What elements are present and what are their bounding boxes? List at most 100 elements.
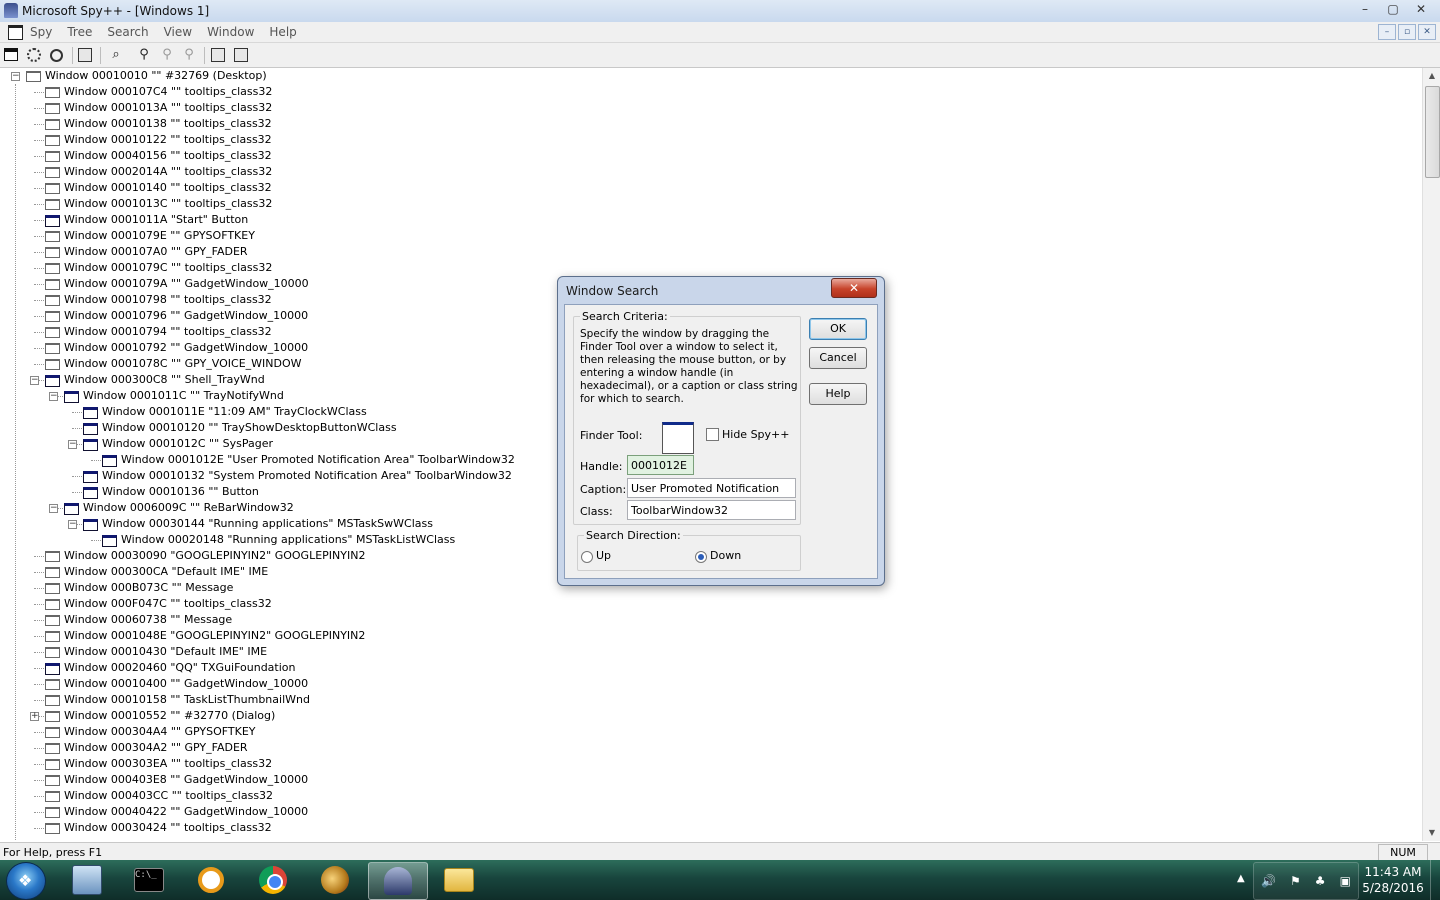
threads-icon[interactable] — [50, 49, 63, 62]
window-icon — [45, 135, 60, 146]
title-bar: Microsoft Spy++ - [Windows 1] – ▢ ✕ — [0, 0, 1440, 23]
magnifier-icon — [198, 867, 224, 893]
close-button[interactable]: ✕ — [1408, 0, 1434, 18]
tree-connector — [34, 204, 44, 205]
tree-row-label: Window 0001013A "" tooltips_class32 — [64, 101, 273, 114]
qq-icon[interactable]: ♣ — [1315, 874, 1326, 888]
window-icon — [45, 343, 60, 354]
tree-connector — [34, 236, 44, 237]
window-icon — [45, 87, 60, 98]
taskbar-computer[interactable] — [58, 862, 116, 898]
vertical-scrollbar[interactable]: ▲ ▼ — [1422, 68, 1440, 841]
class-input[interactable]: ToolbarWindow32 — [627, 500, 796, 520]
tree-row-label: Window 00010794 "" tooltips_class32 — [64, 325, 272, 338]
taskbar-cmd[interactable]: C:\_ — [120, 862, 178, 898]
direction-down-radio[interactable] — [695, 551, 707, 563]
show-desktop-button[interactable] — [1430, 860, 1440, 900]
volume-icon[interactable]: 🔊 — [1261, 874, 1276, 888]
mdi-window-icon[interactable] — [8, 25, 23, 40]
window-icon — [83, 519, 98, 531]
search-direction-legend: Search Direction: — [584, 529, 683, 542]
tree-connector — [34, 284, 44, 285]
dialog-close-button[interactable]: ✕ — [831, 278, 877, 298]
tree-connector — [34, 316, 44, 317]
clock[interactable]: 11:43 AM 5/28/2016 — [1358, 864, 1428, 896]
taskbar-magnifier[interactable] — [182, 862, 240, 898]
cancel-button[interactable]: Cancel — [809, 347, 867, 369]
taskbar-spy[interactable] — [368, 862, 428, 900]
expand-icon[interactable]: + — [30, 712, 39, 721]
finder-tool-icon[interactable] — [662, 422, 694, 454]
collapse-icon[interactable]: − — [11, 72, 20, 81]
tree-row-label: Window 0001011C "" TrayNotifyWnd — [83, 389, 284, 402]
network-icon[interactable]: ▣ — [1340, 874, 1351, 888]
tree-connector — [34, 828, 44, 829]
window-icon — [83, 407, 98, 419]
window-icon — [45, 567, 60, 578]
tree-connector — [72, 428, 82, 429]
menu-tree[interactable]: Tree — [67, 25, 92, 39]
collapse-icon[interactable]: − — [49, 392, 58, 401]
scroll-up-arrow-icon[interactable]: ▲ — [1423, 68, 1440, 84]
tree-row-label: Window 00010132 "System Promoted Notific… — [102, 469, 512, 482]
mdi-restore-button[interactable]: ▫ — [1398, 24, 1416, 40]
processes-icon[interactable] — [27, 48, 41, 62]
tree-connector — [91, 540, 101, 541]
refresh-icon[interactable] — [234, 48, 248, 62]
tree-connector — [34, 124, 44, 125]
tree-row-label: Window 00040156 "" tooltips_class32 — [64, 149, 272, 162]
minimize-button[interactable]: – — [1352, 0, 1378, 18]
scroll-down-arrow-icon[interactable]: ▼ — [1423, 825, 1440, 841]
menu-search[interactable]: Search — [107, 25, 148, 39]
tree-connector — [34, 300, 44, 301]
windows-icon[interactable] — [4, 48, 18, 61]
log-messages-icon[interactable] — [78, 48, 92, 62]
tree-row-label: Window 00010796 "" GadgetWindow_10000 — [64, 309, 309, 322]
find-next-icon[interactable]: ⚲ — [136, 47, 152, 63]
collapse-icon[interactable]: − — [49, 504, 58, 513]
collapse-icon[interactable]: − — [30, 376, 39, 385]
caption-label: Caption: — [580, 483, 627, 496]
find-window-icon[interactable]: ⌕ — [108, 47, 124, 63]
action-center-flag-icon[interactable]: ⚑ — [1290, 874, 1301, 888]
start-button[interactable]: ❖ — [6, 862, 46, 900]
mdi-minimize-button[interactable]: – — [1378, 24, 1396, 40]
window-icon — [102, 455, 117, 467]
taskbar-spartan[interactable] — [306, 862, 364, 898]
restore-button[interactable]: ▢ — [1380, 0, 1406, 18]
tree-row-label: Window 00020460 "QQ" TXGuiFoundation — [64, 661, 296, 674]
tree-connector — [34, 780, 44, 781]
mdi-close-button[interactable]: ✕ — [1418, 24, 1436, 40]
taskbar-chrome[interactable] — [244, 862, 302, 898]
collapse-icon[interactable]: − — [68, 520, 77, 529]
find-prev-icon[interactable]: ⚲ — [159, 47, 175, 63]
window-icon — [45, 359, 60, 370]
menu-view[interactable]: View — [164, 25, 192, 39]
collapse-icon[interactable]: − — [68, 440, 77, 449]
tree-connector — [34, 700, 44, 701]
tree-connector — [34, 140, 44, 141]
spy-icon — [384, 867, 412, 895]
class-label: Class: — [580, 505, 613, 518]
ok-button[interactable]: OK — [809, 318, 867, 340]
hide-spy-checkbox[interactable] — [706, 428, 719, 441]
taskbar-explorer[interactable] — [430, 862, 488, 898]
window-icon — [45, 679, 60, 690]
scrollbar-thumb[interactable] — [1425, 86, 1440, 178]
direction-down-label: Down — [710, 549, 742, 562]
caption-input[interactable]: User Promoted Notification Area — [627, 478, 796, 515]
tree-connector — [34, 188, 44, 189]
window-icon — [102, 535, 117, 547]
properties-icon[interactable] — [211, 48, 225, 62]
window-icon — [45, 647, 60, 658]
window-icon — [45, 183, 60, 194]
tree-connector — [34, 604, 44, 605]
menu-window[interactable]: Window — [207, 25, 254, 39]
direction-up-radio[interactable] — [581, 551, 593, 563]
tray-overflow-icon[interactable]: ▲ — [1237, 873, 1245, 884]
menu-help[interactable]: Help — [269, 25, 296, 39]
find-prev-disabled-icon[interactable]: ⚲ — [181, 47, 197, 63]
handle-input[interactable]: 0001012E — [627, 455, 694, 475]
menu-spy[interactable]: Spy — [30, 25, 52, 39]
help-button[interactable]: Help — [809, 383, 867, 405]
